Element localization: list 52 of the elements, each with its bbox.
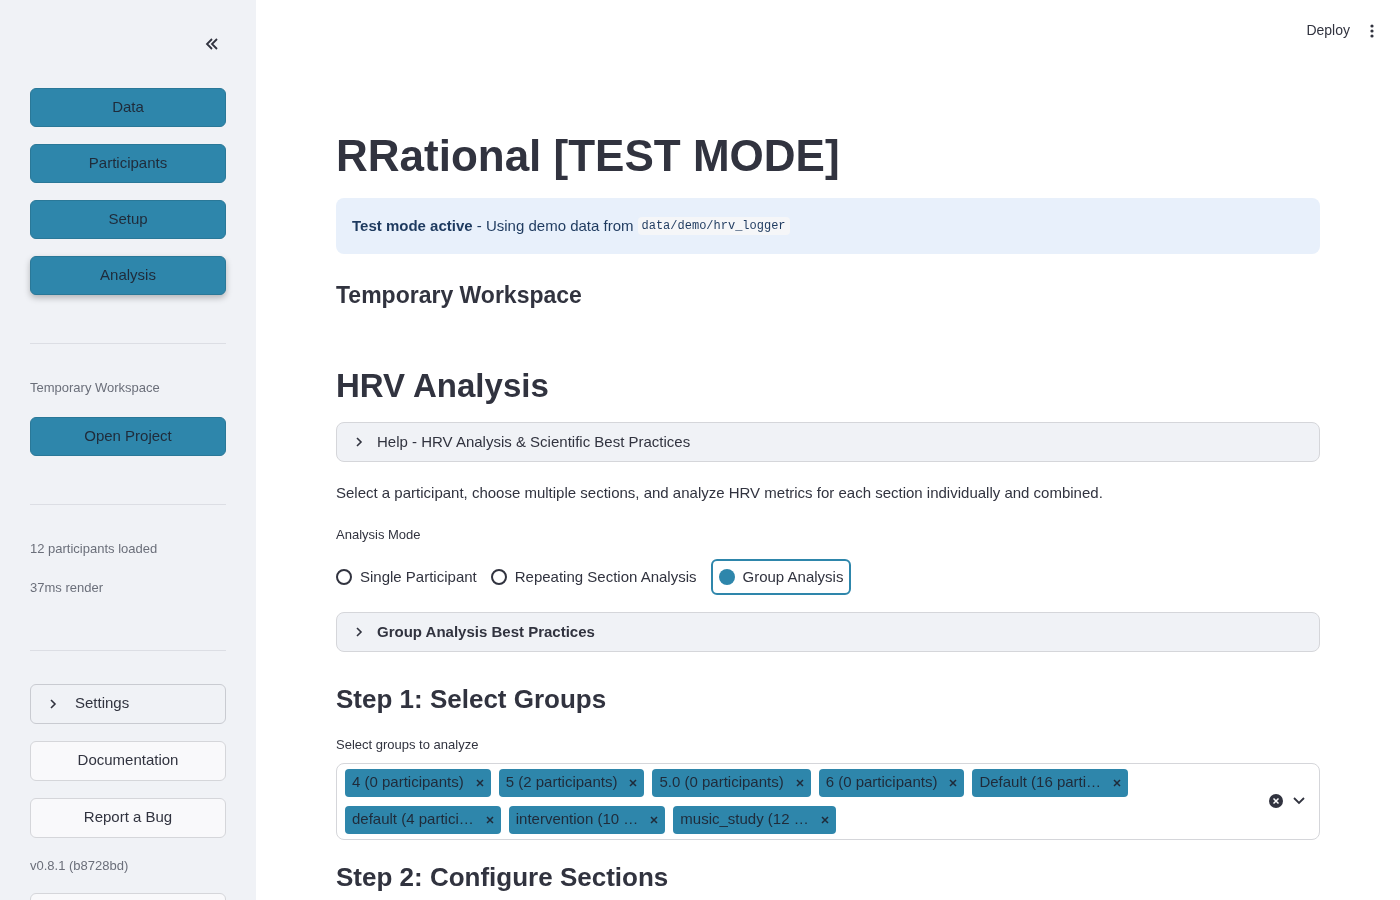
chevron-icon xyxy=(47,697,59,710)
stat-text: 37ms render xyxy=(30,579,104,597)
radio-option[interactable]: Group Analysis xyxy=(710,559,852,595)
mode-label: Analysis Mode xyxy=(336,525,422,544)
settings-expander[interactable]: Settings xyxy=(30,683,226,724)
step-heading: Step 2: Configure Sections xyxy=(336,860,670,894)
dropdown-icon[interactable] xyxy=(1293,797,1305,805)
nav-button[interactable]: Analysis xyxy=(30,256,226,295)
remove-icon[interactable] xyxy=(1113,778,1122,787)
collapse-icon[interactable] xyxy=(204,36,220,52)
description-text: Select a participant, choose multiple sections, and analyze HRV metrics for each section individually and combined. xyxy=(336,483,1104,503)
step-heading: Step 1: Select Groups xyxy=(336,683,608,716)
group-tag[interactable]: intervention (10 … xyxy=(508,805,666,834)
chevron-icon xyxy=(353,436,365,448)
remove-icon[interactable] xyxy=(795,778,804,787)
group-tag[interactable]: 6 (0 participants) xyxy=(818,768,965,797)
radio-option[interactable]: Repeating Section Analysis xyxy=(490,559,697,595)
group-tag[interactable]: 5.0 (0 participants) xyxy=(652,768,811,797)
remove-icon[interactable] xyxy=(650,815,659,824)
remove-icon[interactable] xyxy=(820,815,829,824)
clear-icon[interactable] xyxy=(1269,794,1283,808)
group-tag[interactable]: default (4 partici… xyxy=(345,805,501,834)
nav-button[interactable]: Setup xyxy=(30,200,226,239)
workspace-heading: Temporary Workspace xyxy=(336,281,583,310)
stat-text: 12 participants loaded xyxy=(30,539,159,558)
workspace-label: Temporary Workspace xyxy=(30,379,161,397)
remove-icon[interactable] xyxy=(949,778,958,787)
info-text: Test mode active - Using demo data from xyxy=(352,215,634,236)
page-title: RRational [TEST MODE] xyxy=(336,130,841,182)
group-tag[interactable]: Default (16 parti… xyxy=(972,768,1129,797)
link-button[interactable]: Documentation xyxy=(30,740,226,781)
groups-label: Select groups to analyze xyxy=(336,736,480,754)
more-icon[interactable] xyxy=(1370,23,1374,38)
chevron-icon xyxy=(353,626,365,638)
link-button[interactable]: Report a Bug xyxy=(30,797,226,838)
remove-icon[interactable] xyxy=(629,778,638,787)
group-tag[interactable]: 5 (2 participants) xyxy=(498,768,645,797)
deploy-link[interactable]: Deploy xyxy=(1306,20,1350,41)
version-text: v0.8.1 (b8728bd) xyxy=(30,856,130,875)
nav-button[interactable]: Data xyxy=(30,88,226,127)
expander[interactable]: Help - HRV Analysis & Scientific Best Practices xyxy=(336,422,1320,462)
group-tag[interactable]: music_study (12 … xyxy=(673,805,836,834)
group-tag[interactable]: 4 (0 participants) xyxy=(345,768,491,797)
radio-option[interactable]: Single Participant xyxy=(336,559,477,595)
open-project-button[interactable]: Open Project xyxy=(30,416,226,456)
remove-icon[interactable] xyxy=(475,778,484,787)
nav-button[interactable]: Participants xyxy=(30,144,226,183)
section-heading: HRV Analysis xyxy=(336,365,550,406)
multiselect-field[interactable]: 4 (0 participants) 5 (2 participants) 5.0 (0 participants) 6 (0 participants) Default (16 parti… default (4 partici… intervention (10 … music_study (12 … xyxy=(336,762,1320,840)
expander[interactable]: Group Analysis Best Practices xyxy=(336,612,1320,652)
remove-icon[interactable] xyxy=(485,815,494,824)
path-code: data/demo/hrv_logger xyxy=(637,217,790,235)
